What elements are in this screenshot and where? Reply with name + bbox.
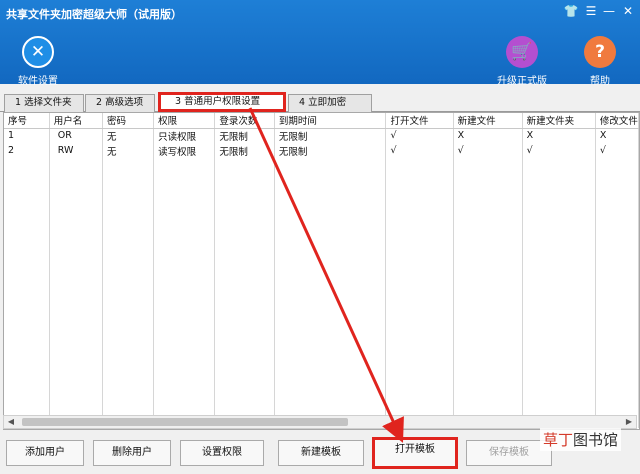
table-row[interactable]: 2 RW 无 读写权限 无限制 无限制 √ √ √ √ xyxy=(4,143,639,158)
permissions-table[interactable]: 序号 用户名 密码 权限 登录次数 到期时间 打开文件 新建文件 新建文件夹 修… xyxy=(3,112,640,430)
add-user-button[interactable]: 添加用户 xyxy=(6,440,84,466)
column-header[interactable]: 到期时间 xyxy=(274,113,387,129)
table-cell: X xyxy=(453,128,523,143)
watermark-suffix: 图书馆 xyxy=(573,431,619,449)
set-permission-button[interactable]: 设置权限 xyxy=(180,440,264,466)
table-cell: X xyxy=(595,128,639,143)
table-cell: RW xyxy=(49,143,104,158)
delete-user-button[interactable]: 删除用户 xyxy=(93,440,171,466)
settings-label: 软件设置 xyxy=(18,76,58,87)
new-template-button[interactable]: 新建模板 xyxy=(278,440,364,466)
title-bar: 共享文件夹加密超级大师（试用版） 👕 ☰ — ✕ ✕ 软件设置 🛒 升级正式版 … xyxy=(0,0,640,87)
table-cell: OR xyxy=(49,128,104,143)
table-cell: X xyxy=(522,128,596,143)
table-cell: 无限制 xyxy=(274,143,387,158)
column-header[interactable]: 新建文件 xyxy=(453,113,523,129)
table-cell: 无限制 xyxy=(214,143,275,158)
watermark-brand: 草丁 xyxy=(543,431,574,449)
table-cell: √ xyxy=(522,143,596,158)
tab-select-folder[interactable]: 1 选择文件夹 xyxy=(4,94,84,112)
help-label: 帮助 xyxy=(590,76,610,87)
table-cell: √ xyxy=(595,143,639,158)
close-icon[interactable]: ✕ xyxy=(619,4,637,18)
minimize-icon[interactable]: — xyxy=(600,4,618,18)
table-header: 序号 用户名 密码 权限 登录次数 到期时间 打开文件 新建文件 新建文件夹 修… xyxy=(4,113,639,129)
tab-user-permissions[interactable]: 3 普通用户权限设置 xyxy=(158,92,286,112)
table-cell: 无限制 xyxy=(274,128,387,143)
horizontal-scrollbar[interactable]: ◀ ▶ xyxy=(3,415,637,429)
table-row[interactable]: 1 OR 无 只读权限 无限制 无限制 √ X X X xyxy=(4,128,639,143)
scrollbar-thumb[interactable] xyxy=(22,418,348,426)
column-header[interactable]: 修改文件 xyxy=(595,113,639,129)
table-cell: 只读权限 xyxy=(153,128,216,143)
table-row-empty xyxy=(4,158,639,428)
tab-bar: 1 选择文件夹 2 高级选项 3 普通用户权限设置 4 立即加密 xyxy=(0,92,640,112)
help-button[interactable]: ? 帮助 xyxy=(570,36,630,87)
column-header[interactable]: 新建文件夹 xyxy=(522,113,596,129)
table-cell: 无 xyxy=(102,128,155,143)
table-cell: √ xyxy=(385,128,454,143)
tab-encrypt-now[interactable]: 4 立即加密 xyxy=(288,94,372,112)
cart-icon: 🛒 xyxy=(506,36,538,68)
upgrade-label: 升级正式版 xyxy=(497,76,547,87)
open-template-button[interactable]: 打开模板 xyxy=(372,437,458,469)
window-title: 共享文件夹加密超级大师（试用版） xyxy=(6,8,182,21)
tab-advanced-options[interactable]: 2 高级选项 xyxy=(85,94,155,112)
settings-button[interactable]: ✕ 软件设置 xyxy=(8,36,68,87)
table-cell: 1 xyxy=(4,128,50,143)
column-header[interactable]: 序号 xyxy=(4,113,50,129)
column-header[interactable]: 密码 xyxy=(102,113,155,129)
table-cell: 读写权限 xyxy=(153,143,216,158)
shirt-icon[interactable]: 👕 xyxy=(562,4,580,18)
column-header[interactable]: 登录次数 xyxy=(214,113,275,129)
column-header[interactable]: 权限 xyxy=(153,113,216,129)
scroll-right-icon[interactable]: ▶ xyxy=(622,416,636,428)
table-cell: 无限制 xyxy=(214,128,275,143)
table-cell: √ xyxy=(453,143,523,158)
upgrade-button[interactable]: 🛒 升级正式版 xyxy=(492,36,552,87)
menu-icon[interactable]: ☰ xyxy=(582,4,600,18)
wrench-icon: ✕ xyxy=(22,36,54,68)
question-icon: ? xyxy=(584,36,616,68)
table-cell: 2 xyxy=(4,143,50,158)
column-header[interactable]: 用户名 xyxy=(49,113,104,129)
scroll-left-icon[interactable]: ◀ xyxy=(4,416,18,428)
column-header[interactable]: 打开文件 xyxy=(385,113,454,129)
table-cell: √ xyxy=(385,143,454,158)
watermark: 草丁图书馆 xyxy=(540,428,622,451)
table-cell: 无 xyxy=(102,143,155,158)
